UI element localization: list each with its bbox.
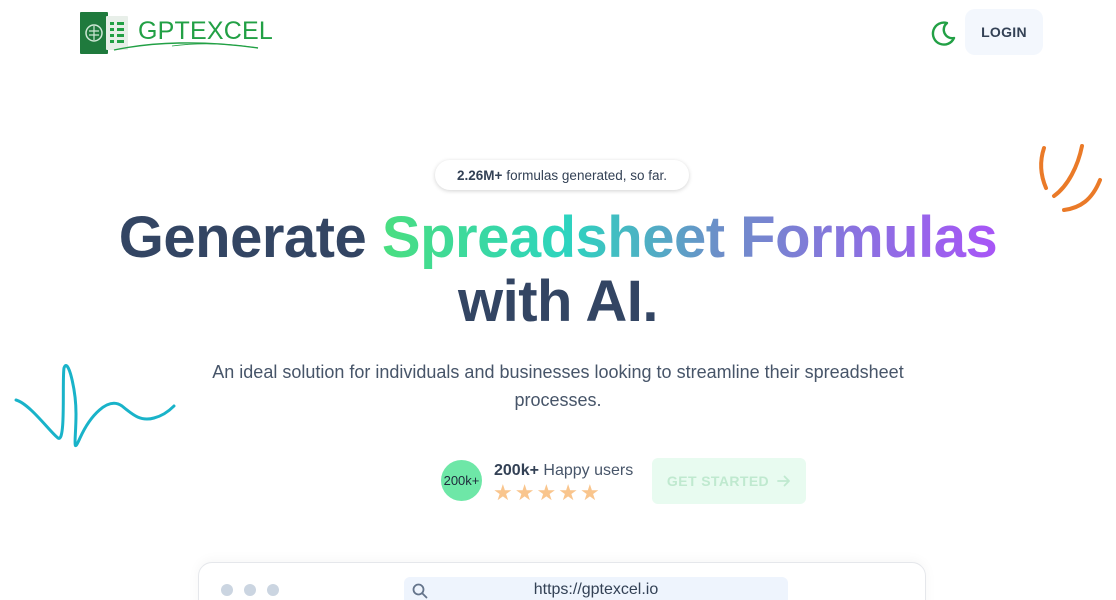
star-icon: ★ bbox=[579, 480, 600, 505]
hero-title: Generate Spreadsheet Formulas with AI. bbox=[0, 206, 1116, 334]
arrow-right-icon bbox=[777, 475, 790, 487]
formulas-counter-badge: 2.26M+ formulas generated, so far. bbox=[435, 160, 689, 190]
address-url: https://gptexcel.io bbox=[533, 581, 659, 598]
star-icon: ★ bbox=[536, 480, 557, 505]
formulas-counter-text: formulas generated, so far. bbox=[506, 167, 667, 183]
logo-underline-swoosh bbox=[113, 42, 259, 51]
window-dot bbox=[267, 584, 279, 596]
browser-mockup: https://gptexcel.io bbox=[198, 562, 926, 600]
hero-title-gradient: Spreadsheet Formulas bbox=[381, 205, 998, 270]
happy-users-label: Happy users bbox=[543, 462, 634, 479]
get-started-button[interactable]: GET STARTED bbox=[652, 458, 806, 504]
happy-users-count: 200k+ Happy users bbox=[494, 462, 633, 480]
address-bar[interactable]: https://gptexcel.io bbox=[404, 577, 788, 600]
star-icon: ★ bbox=[558, 480, 578, 505]
rating-stars: ★ ★ ★ ★ ★ bbox=[493, 482, 600, 504]
star-icon: ★ bbox=[493, 480, 513, 505]
window-dot bbox=[221, 584, 233, 596]
formulas-counter-value: 2.26M+ bbox=[457, 167, 503, 183]
happy-users-number: 200k+ bbox=[494, 462, 539, 479]
decorative-cyan-squiggle bbox=[14, 364, 176, 447]
theme-toggle-moon-icon[interactable] bbox=[928, 18, 958, 48]
get-started-label: GET STARTED bbox=[666, 473, 770, 489]
hero-title-line2: with AI. bbox=[457, 269, 659, 334]
header: GPTEXCEL LOGIN bbox=[0, 0, 1116, 64]
hero-title-plain: Generate bbox=[118, 205, 367, 270]
window-dot bbox=[244, 584, 256, 596]
hero-subtitle: An ideal solution for individuals and bu… bbox=[212, 362, 904, 410]
login-button[interactable]: LOGIN bbox=[965, 9, 1043, 55]
star-icon: ★ bbox=[514, 480, 535, 505]
users-avatar-badge: 200k+ bbox=[441, 460, 482, 501]
